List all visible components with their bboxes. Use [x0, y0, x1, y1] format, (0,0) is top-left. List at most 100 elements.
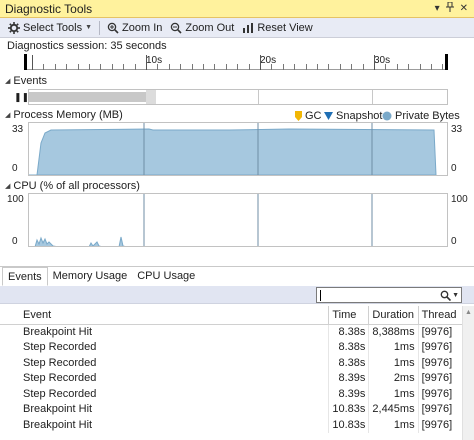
legend-snapshot: Snapshot: [324, 110, 382, 122]
table-row[interactable]: Step Recorded 8.39s 2ms [9976]: [0, 370, 474, 386]
cpu-ymin-left: 0: [12, 236, 18, 247]
gc-marker-icon: [295, 111, 302, 121]
time-cell: 8.38s: [328, 339, 370, 355]
ruler-tick: [294, 64, 295, 70]
ruler-tick: [306, 64, 307, 70]
collapse-caret-icon: ◢: [5, 183, 11, 190]
ruler-tick: [317, 64, 318, 70]
time-cell: 10.83s: [328, 401, 370, 417]
tab-events[interactable]: Events: [2, 267, 48, 286]
select-tools-button[interactable]: Select Tools ▼: [4, 19, 96, 37]
events-breakpoint-marker: [146, 90, 156, 104]
snapshot-triangle-icon: [324, 112, 333, 120]
zoom-out-icon: [170, 22, 182, 34]
time-cell: 8.39s: [328, 370, 370, 386]
ruler-tick: [271, 64, 272, 70]
duration-cell: 1ms: [368, 417, 419, 433]
timeline-end-marker[interactable]: [445, 54, 448, 70]
memory-area: [29, 128, 437, 175]
dropdown-arrow-icon[interactable]: ▾: [435, 3, 440, 14]
ruler-tick: [351, 64, 352, 70]
table-row[interactable]: Breakpoint Hit 8.38s 8,388ms [9976]: [0, 324, 474, 340]
time-cell: 10.83s: [328, 417, 370, 433]
search-dropdown[interactable]: ▼: [440, 290, 461, 301]
event-cell: Breakpoint Hit: [0, 401, 330, 417]
cpu-section-label: CPU (% of all processors): [13, 180, 140, 192]
duration-cell: 2,445ms: [368, 401, 419, 417]
cpu-chart-svg: [34, 194, 373, 246]
ruler-tick: [32, 55, 33, 70]
reset-view-label: Reset View: [257, 21, 313, 34]
memory-ymin-right: 0: [451, 163, 457, 174]
zoom-out-button[interactable]: Zoom Out: [166, 19, 238, 37]
zoom-in-label: Zoom In: [122, 21, 163, 34]
ruler-tick: [442, 64, 443, 70]
table-row[interactable]: Breakpoint Hit 10.83s 1ms [9976]: [0, 417, 474, 433]
search-input[interactable]: ▼: [316, 287, 462, 303]
table-row[interactable]: Step Recorded 8.39s 1ms [9976]: [0, 386, 474, 402]
ruler-tick: [43, 64, 44, 70]
ruler-tick: [420, 64, 421, 70]
timeline-ruler[interactable]: 10s 20s 30s: [24, 52, 448, 72]
ruler-tick: [408, 64, 409, 70]
legend-gc-label: GC: [305, 110, 322, 122]
ruler-tick: [203, 64, 204, 70]
gridline: [372, 90, 373, 104]
legend-gc: GC: [295, 110, 322, 122]
table-row[interactable]: Step Recorded 8.38s 1ms [9976]: [0, 355, 474, 371]
ruler-label-20s: 20s: [260, 55, 277, 66]
ruler-tick: [260, 55, 261, 70]
chevron-down-icon: ▼: [85, 24, 93, 31]
ruler-tick: [123, 64, 124, 70]
ruler-tick: [180, 64, 181, 70]
window-title: Diagnostic Tools: [5, 1, 93, 16]
ruler-tick: [397, 64, 398, 70]
table-row[interactable]: Breakpoint Hit 10.83s 2,445ms [9976]: [0, 401, 474, 417]
ruler-tick: [135, 64, 136, 70]
events-track[interactable]: [28, 89, 448, 105]
cpu-ymax-left: 100: [7, 194, 24, 205]
event-cell: Breakpoint Hit: [0, 324, 330, 340]
scroll-up-icon[interactable]: ▲: [465, 309, 472, 316]
window-titlebar: Diagnostic Tools ▾ ✕: [0, 0, 474, 18]
memory-section-header[interactable]: ◢ Process Memory (MB): [5, 109, 123, 121]
text-cursor: [320, 289, 321, 301]
close-icon[interactable]: ✕: [460, 3, 468, 14]
reset-view-icon: [242, 22, 254, 34]
column-header-duration[interactable]: Duration: [368, 306, 419, 325]
ruler-tick: [157, 64, 158, 70]
events-section-header[interactable]: ◢ Events: [5, 75, 47, 87]
chevron-down-icon: ▼: [452, 291, 459, 299]
tab-cpu-usage[interactable]: CPU Usage: [132, 267, 200, 286]
memory-chart-svg: [29, 123, 437, 175]
ruler-tick: [89, 64, 90, 70]
event-cell: Step Recorded: [0, 386, 330, 402]
cpu-area: [34, 236, 126, 246]
time-cell: 8.38s: [328, 355, 370, 371]
ruler-tick: [431, 64, 432, 70]
memory-chart[interactable]: [28, 122, 448, 176]
cpu-chart[interactable]: [28, 193, 448, 247]
pin-icon[interactable]: [445, 1, 454, 15]
pause-icon[interactable]: ❚❚: [14, 92, 29, 103]
reset-view-button[interactable]: Reset View: [238, 19, 316, 37]
table-header-row: Event Time Duration Thread: [0, 306, 474, 325]
ruler-tick: [237, 64, 238, 70]
tab-memory-usage[interactable]: Memory Usage: [48, 267, 133, 286]
table-row[interactable]: Step Recorded 8.38s 1ms [9976]: [0, 339, 474, 355]
ruler-tick: [374, 55, 375, 70]
zoom-in-button[interactable]: Zoom In: [103, 19, 166, 37]
timeline-start-marker[interactable]: [24, 54, 27, 70]
events-section-label: Events: [13, 75, 48, 87]
ruler-tick: [192, 64, 193, 70]
toolbar-separator: [99, 20, 101, 35]
vertical-scrollbar[interactable]: ▲: [462, 306, 474, 440]
ruler-tick: [340, 64, 341, 70]
cpu-section-header[interactable]: ◢ CPU (% of all processors): [5, 180, 140, 192]
ruler-tick: [249, 64, 250, 70]
legend-private-bytes: Private Bytes: [382, 110, 460, 122]
gear-icon: [8, 21, 20, 34]
column-header-time[interactable]: Time: [328, 306, 370, 325]
event-cell: Step Recorded: [0, 355, 330, 371]
column-header-event[interactable]: Event: [0, 306, 330, 325]
